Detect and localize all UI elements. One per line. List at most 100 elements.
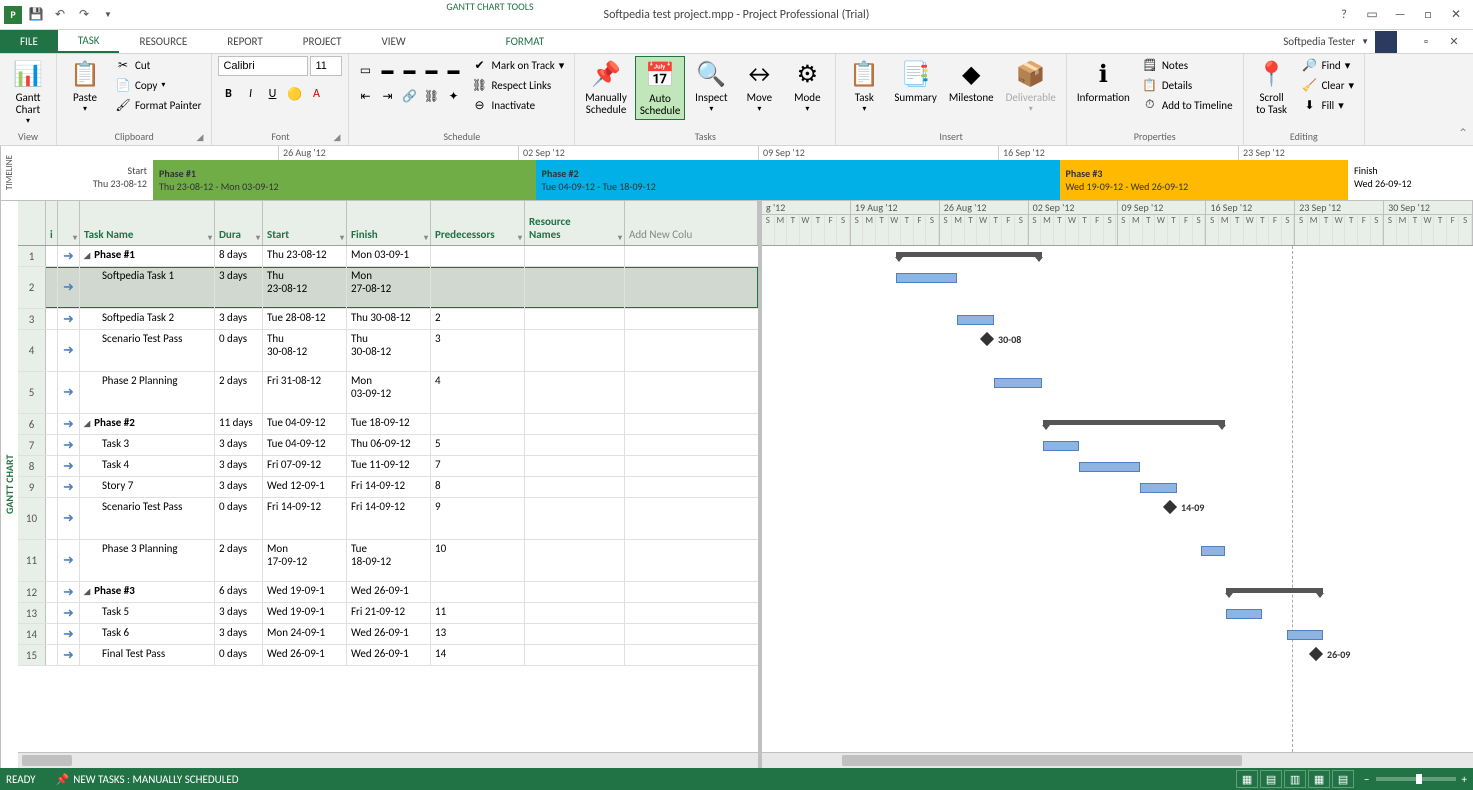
start-cell[interactable]: Mon 24-09-1 xyxy=(263,624,347,644)
col-start[interactable]: Start▾ xyxy=(263,201,347,245)
collapse-ribbon-button[interactable]: ⌃ xyxy=(1453,54,1473,145)
start-cell[interactable]: Wed 19-09-1 xyxy=(263,603,347,623)
duration-cell[interactable]: 11 days xyxy=(215,414,263,434)
duration-cell[interactable]: 2 days xyxy=(215,540,263,581)
summary-bar[interactable] xyxy=(1226,588,1323,593)
table-row[interactable]: 1 ➜ Phase #1 8 days Thu 23-08-12 Mon 03-… xyxy=(18,246,758,267)
task-bar[interactable] xyxy=(1201,546,1225,556)
predecessors-cell[interactable]: 11 xyxy=(431,603,525,623)
finish-cell[interactable]: Fri 14-09-12 xyxy=(347,498,431,539)
timeline-phase-2[interactable]: Phase #2Tue 04-09-12 - Tue 18-09-12 xyxy=(536,160,1060,200)
task-mode-cell[interactable]: ➜ xyxy=(58,498,80,539)
row-number[interactable]: 4 xyxy=(18,330,46,371)
respect-links-button[interactable]: ⛓Respect Links xyxy=(467,76,568,94)
duration-cell[interactable]: 3 days xyxy=(215,477,263,497)
task-name-cell[interactable]: Final Test Pass xyxy=(80,645,215,665)
add-cell[interactable] xyxy=(625,477,758,497)
finish-cell[interactable]: Tue 18-09-12 xyxy=(347,540,431,581)
task-name-cell[interactable]: Task 3 xyxy=(80,435,215,455)
milestone-marker[interactable] xyxy=(1163,500,1177,514)
tab-view[interactable]: VIEW xyxy=(361,30,425,53)
start-cell[interactable]: Thu 23-08-12 xyxy=(263,246,347,266)
duration-cell[interactable]: 2 days xyxy=(215,372,263,413)
notes-button[interactable]: 🗒Notes xyxy=(1138,56,1237,74)
add-cell[interactable] xyxy=(625,456,758,476)
table-row[interactable]: 2 ➜ Softpedia Task 1 3 days Thu 23-08-12… xyxy=(18,267,758,309)
row-number[interactable]: 10 xyxy=(18,498,46,539)
user-name[interactable]: Softpedia Tester xyxy=(1283,35,1355,48)
task-mode-cell[interactable]: ➜ xyxy=(58,624,80,644)
view-report-button[interactable]: ▤ xyxy=(1332,770,1354,788)
add-cell[interactable] xyxy=(625,267,758,308)
col-task-mode[interactable]: ▾ xyxy=(58,201,80,245)
finish-cell[interactable]: Tue 11-09-12 xyxy=(347,456,431,476)
table-row[interactable]: 8 ➜ Task 4 3 days Fri 07-09-12 Tue 11-09… xyxy=(18,456,758,477)
row-number[interactable]: 3 xyxy=(18,309,46,329)
table-row[interactable]: 7 ➜ Task 3 3 days Tue 04-09-12 Thu 06-09… xyxy=(18,435,758,456)
inactivate-button[interactable]: ⊖Inactivate xyxy=(467,96,568,114)
chart-scrollbar[interactable] xyxy=(762,752,1473,768)
milestone-button[interactable]: ◆Milestone xyxy=(945,56,998,106)
task-mode-cell[interactable]: ➜ xyxy=(58,435,80,455)
task-mode-cell[interactable]: ➜ xyxy=(58,309,80,329)
table-row[interactable]: 14 ➜ Task 6 3 days Mon 24-09-1 Wed 26-09… xyxy=(18,624,758,645)
task-name-cell[interactable]: Task 5 xyxy=(80,603,215,623)
paste-button[interactable]: 📋 Paste ▾ xyxy=(63,56,107,116)
start-cell[interactable]: Thu 23-08-12 xyxy=(263,267,347,308)
row-number[interactable]: 14 xyxy=(18,624,46,644)
table-row[interactable]: 3 ➜ Softpedia Task 2 3 days Tue 28-08-12… xyxy=(18,309,758,330)
task-name-cell[interactable]: Phase #2 xyxy=(80,414,215,434)
tab-task[interactable]: TASK xyxy=(58,30,120,53)
task-name-cell[interactable]: Phase #1 xyxy=(80,246,215,266)
start-cell[interactable]: Fri 07-09-12 xyxy=(263,456,347,476)
tab-resource[interactable]: RESOURCE xyxy=(119,30,207,53)
task-name-cell[interactable]: Softpedia Task 2 xyxy=(80,309,215,329)
add-cell[interactable] xyxy=(625,246,758,266)
mark-on-track-button[interactable]: ✔Mark on Track ▾ xyxy=(467,56,568,74)
start-cell[interactable]: Tue 04-09-12 xyxy=(263,435,347,455)
col-predecessors[interactable]: Predecessors▾ xyxy=(431,201,525,245)
split-task-button[interactable]: ✦ xyxy=(443,86,463,106)
resource-cell[interactable] xyxy=(525,435,625,455)
finish-cell[interactable]: Thu 30-08-12 xyxy=(347,330,431,371)
task-button[interactable]: 📋Task▾ xyxy=(842,56,886,116)
info-cell[interactable] xyxy=(46,498,58,539)
info-cell[interactable] xyxy=(46,372,58,413)
font-size-select[interactable] xyxy=(310,56,342,76)
start-cell[interactable]: Tue 04-09-12 xyxy=(263,414,347,434)
predecessors-cell[interactable]: 7 xyxy=(431,456,525,476)
add-cell[interactable] xyxy=(625,603,758,623)
finish-cell[interactable]: Thu 30-08-12 xyxy=(347,309,431,329)
find-button[interactable]: 🔎Find ▾ xyxy=(1298,56,1359,74)
font-color-button[interactable]: A xyxy=(306,84,326,104)
resource-cell[interactable] xyxy=(525,372,625,413)
bold-button[interactable]: B xyxy=(218,84,238,104)
add-cell[interactable] xyxy=(625,435,758,455)
zoom-out-button[interactable]: − xyxy=(1364,773,1369,786)
milestone-marker[interactable] xyxy=(1309,647,1323,661)
tab-file[interactable]: FILE xyxy=(0,30,58,53)
help-button[interactable]: ? xyxy=(1331,5,1357,25)
col-task-name[interactable]: Task Name▾ xyxy=(80,201,215,245)
details-button[interactable]: 📋Details xyxy=(1138,76,1237,94)
resource-cell[interactable] xyxy=(525,414,625,434)
summary-bar[interactable] xyxy=(896,252,1042,257)
task-name-cell[interactable]: Task 6 xyxy=(80,624,215,644)
table-row[interactable]: 6 ➜ Phase #2 11 days Tue 04-09-12 Tue 18… xyxy=(18,414,758,435)
row-number[interactable]: 6 xyxy=(18,414,46,434)
row-number[interactable]: 8 xyxy=(18,456,46,476)
info-cell[interactable] xyxy=(46,309,58,329)
resource-cell[interactable] xyxy=(525,603,625,623)
resource-cell[interactable] xyxy=(525,330,625,371)
fill-color-button[interactable]: 🟡 xyxy=(284,84,304,104)
task-mode-cell[interactable]: ➜ xyxy=(58,540,80,581)
task-name-cell[interactable]: Scenario Test Pass xyxy=(80,498,215,539)
add-cell[interactable] xyxy=(625,645,758,665)
predecessors-cell[interactable]: 10 xyxy=(431,540,525,581)
font-name-select[interactable] xyxy=(218,56,308,76)
predecessors-cell[interactable]: 4 xyxy=(431,372,525,413)
row-number[interactable]: 15 xyxy=(18,645,46,665)
predecessors-cell[interactable]: 5 xyxy=(431,435,525,455)
italic-button[interactable]: I xyxy=(240,84,260,104)
manual-schedule-button[interactable]: 📌Manually Schedule xyxy=(581,56,631,118)
